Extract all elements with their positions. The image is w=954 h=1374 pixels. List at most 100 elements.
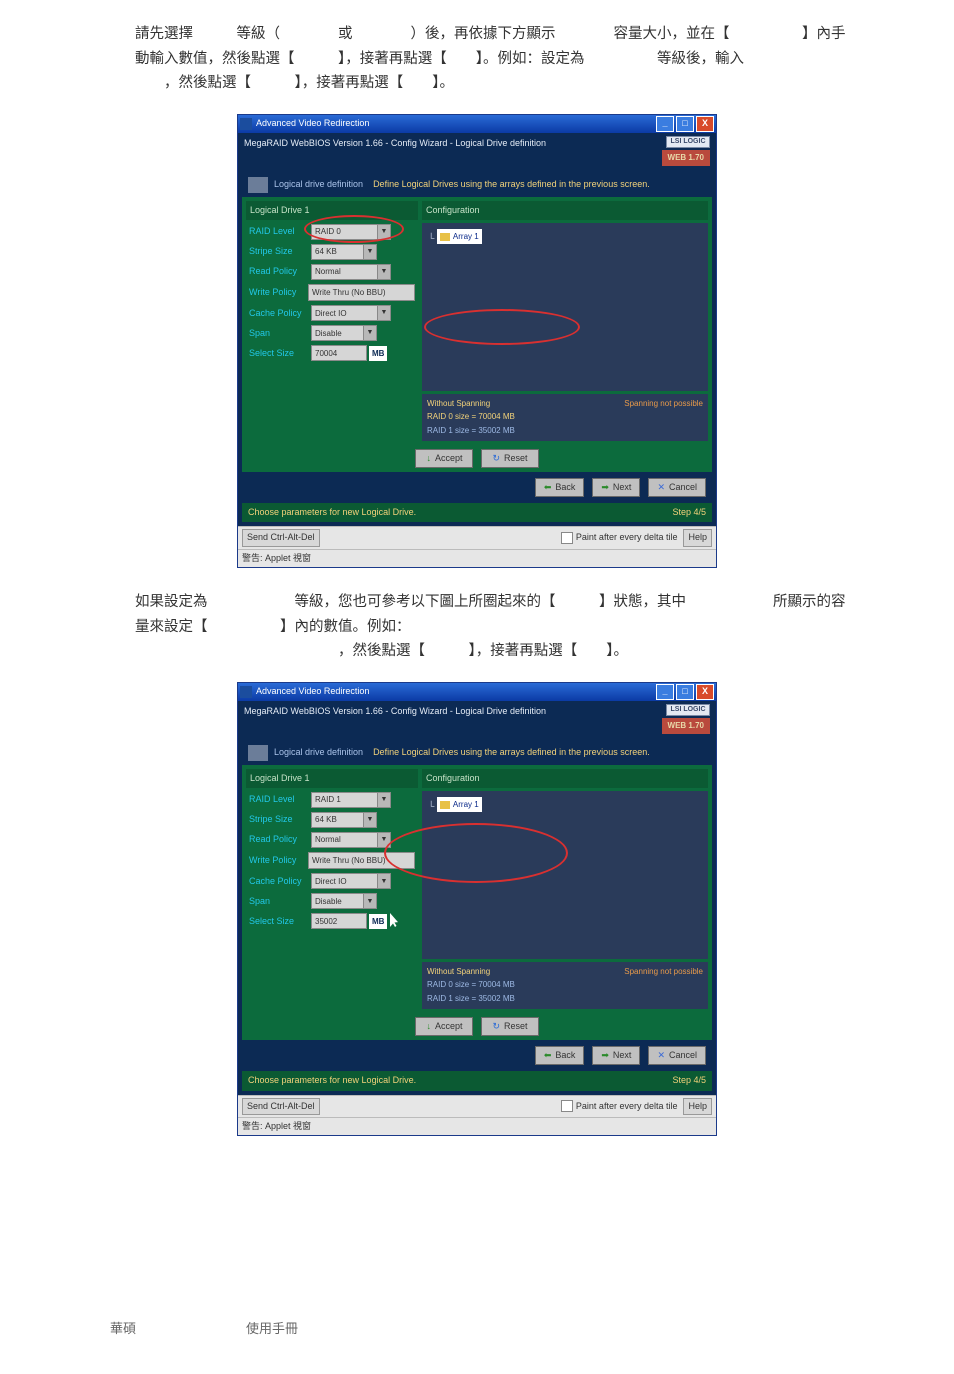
window-title: Advanced Video Redirection [256,116,369,131]
reset-icon: ↻ [492,451,500,466]
applet-warning: 警告: Applet 視窗 [238,549,716,567]
write-policy-value: Write Thru (No BBU) [308,852,415,870]
back-button[interactable]: ⬅Back [535,1046,585,1065]
next-button[interactable]: ➡Next [592,478,640,497]
select-size-input[interactable]: 35002 [311,913,367,929]
chevron-down-icon: ▼ [363,894,376,908]
span-select[interactable]: Disable▼ [311,325,377,341]
select-size-label: Select Size [249,346,311,361]
window-screenshot-1: Advanced Video Redirection _ □ X MegaRAI… [237,114,717,568]
stripe-size-select[interactable]: 64 KB▼ [311,244,377,260]
reset-icon: ↻ [492,1019,500,1034]
stripe-size-label: Stripe Size [249,812,311,827]
select-size-input[interactable]: 70004 [311,345,367,361]
paint-checkbox[interactable] [561,1100,573,1112]
stripe-size-select[interactable]: 64 KB▼ [311,812,377,828]
array-1-item[interactable]: Array 1 [437,797,482,813]
configuration-panel: └ Array 1 [422,791,708,959]
stripe-size-label: Stripe Size [249,244,311,259]
read-policy-select[interactable]: Normal▼ [311,832,391,848]
cancel-x-icon: ✕ [657,1048,665,1063]
instruction-paragraph-2: 如果設定為 等級，您也可參考以下圖上所圈起來的【 】狀態，其中 所顯示的容量來設… [135,590,854,664]
section-title: Logical drive definition [274,177,363,192]
next-arrow-icon: ➡ [601,1048,609,1063]
mb-unit: MB [369,914,387,930]
app-icon [240,686,252,698]
minimize-button[interactable]: _ [656,116,674,132]
accept-button[interactable]: ↓Accept [415,449,473,468]
array-1-item[interactable]: Array 1 [437,229,482,245]
step-indicator: Step 4/5 [672,505,706,520]
accept-button[interactable]: ↓Accept [415,1017,473,1036]
help-button[interactable]: Help [683,529,712,546]
section-icon [248,745,268,761]
down-arrow-icon: ↓ [426,1019,431,1034]
configuration-header: Configuration [422,201,708,220]
close-button[interactable]: X [696,684,714,700]
spanning-info: Without Spanning RAID 0 size = 70004 MB … [422,394,708,441]
section-bar: Logical drive definition Define Logical … [242,741,712,765]
p2-line2: ，然後點選【 】，接著再點選【 】。 [135,643,628,659]
section-description: Define Logical Drives using the arrays d… [373,177,650,192]
wizard-header: MegaRAID WebBIOS Version 1.66 - Config W… [238,701,716,737]
cancel-button[interactable]: ✕Cancel [648,478,706,497]
write-policy-value: Write Thru (No BBU) [308,284,415,302]
status-bar: Send Ctrl-Alt-Del Paint after every delt… [238,526,716,548]
next-button[interactable]: ➡Next [592,1046,640,1065]
footer-hint: Choose parameters for new Logical Drive. [248,1073,416,1088]
cache-policy-label: Cache Policy [249,306,311,321]
wizard-title: MegaRAID WebBIOS Version 1.66 - Config W… [244,704,546,719]
minimize-button[interactable]: _ [656,684,674,700]
configuration-panel: └ Array 1 [422,223,708,391]
read-policy-select[interactable]: Normal▼ [311,264,391,280]
read-policy-label: Read Policy [249,264,311,279]
web-version-badge: WEB 1.70 [662,718,710,734]
titlebar: Advanced Video Redirection _ □ X [238,115,716,133]
cancel-x-icon: ✕ [657,480,665,495]
back-arrow-icon: ⬅ [544,1048,552,1063]
spanning-not-possible: Spanning not possible [624,397,703,438]
chevron-down-icon: ▼ [377,833,390,847]
section-icon [248,177,268,193]
wizard-title: MegaRAID WebBIOS Version 1.66 - Config W… [244,136,546,151]
window-title: Advanced Video Redirection [256,684,369,699]
raid-level-select[interactable]: RAID 1▼ [311,792,391,808]
raid-level-select[interactable]: RAID 0▼ [311,224,391,240]
section-description: Define Logical Drives using the arrays d… [373,745,650,760]
brand-text: 華碩 [110,1318,136,1340]
wizard-footer: Choose parameters for new Logical Drive.… [242,503,712,522]
reset-button[interactable]: ↻Reset [481,1017,538,1036]
chevron-down-icon: ▼ [363,326,376,340]
raid-level-label: RAID Level [249,224,311,239]
span-select[interactable]: Disable▼ [311,893,377,909]
footer-hint: Choose parameters for new Logical Drive. [248,505,416,520]
paint-label: Paint after every delta tile [576,1099,678,1114]
back-button[interactable]: ⬅Back [535,478,585,497]
send-ctrl-alt-del-button[interactable]: Send Ctrl-Alt-Del [242,529,320,546]
span-label: Span [249,326,311,341]
folder-icon [440,233,450,241]
step-indicator: Step 4/5 [672,1073,706,1088]
reset-button[interactable]: ↻Reset [481,449,538,468]
raid-level-label: RAID Level [249,792,311,807]
raid0-size-line: RAID 0 size = 70004 MB [427,410,515,424]
cache-policy-select[interactable]: Direct IO▼ [311,305,391,321]
cache-policy-select[interactable]: Direct IO▼ [311,873,391,889]
back-arrow-icon: ⬅ [544,480,552,495]
send-ctrl-alt-del-button[interactable]: Send Ctrl-Alt-Del [242,1098,320,1115]
logical-drive-header: Logical Drive 1 [246,769,418,788]
select-size-label: Select Size [249,914,311,929]
write-policy-label: Write Policy [249,853,308,868]
help-button[interactable]: Help [683,1098,712,1115]
instruction-paragraph-1: 請先選擇 等級（ 或 ）後，再依據下方顯示 容量大小，並在【 】內手動輸入數值，… [135,22,854,96]
raid0-size-line: RAID 0 size = 70004 MB [427,978,515,992]
cancel-button[interactable]: ✕Cancel [648,1046,706,1065]
maximize-button[interactable]: □ [676,684,694,700]
maximize-button[interactable]: □ [676,116,694,132]
paint-checkbox[interactable] [561,532,573,544]
without-spanning-label: Without Spanning [427,397,515,411]
cache-policy-label: Cache Policy [249,874,311,889]
close-button[interactable]: X [696,116,714,132]
next-arrow-icon: ➡ [601,480,609,495]
spanning-not-possible: Spanning not possible [624,965,703,1006]
